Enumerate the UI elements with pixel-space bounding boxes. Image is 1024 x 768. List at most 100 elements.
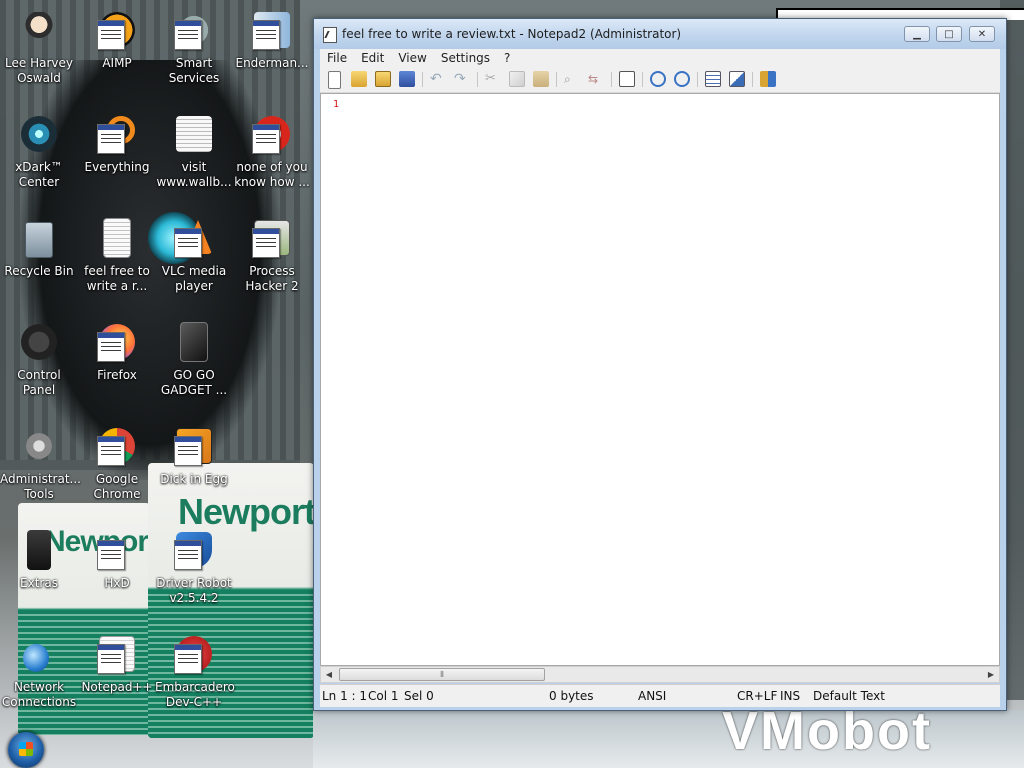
scroll-right-arrow-icon[interactable]: ▶ (983, 667, 999, 682)
scrollbar-thumb[interactable]: ⦀ (339, 668, 545, 681)
control-panel-icon (21, 324, 57, 360)
close-button[interactable]: ✕ (969, 26, 995, 42)
desktop-icon-process-hacker[interactable]: Process Hacker 2 (233, 216, 311, 294)
cut-icon[interactable]: ✂ (485, 71, 501, 87)
menu-settings[interactable]: Settings (434, 49, 497, 67)
desktop-icon-smart-services[interactable]: Smart Services (155, 8, 233, 86)
status-scheme[interactable]: Default Text (813, 689, 885, 703)
status-line-ending[interactable]: CR+LF (737, 689, 777, 703)
icon-label: none of you know how ... (234, 160, 310, 189)
desktop-icon-extras[interactable]: Extras (0, 528, 78, 591)
status-column: Col 1 (368, 689, 399, 703)
zoom-out-icon[interactable] (674, 71, 690, 87)
copy-icon[interactable] (509, 71, 525, 87)
admin-tools-icon (21, 428, 57, 464)
text-document-icon (103, 218, 131, 258)
open-folder-icon[interactable] (351, 71, 367, 87)
hex-editor-icon (97, 540, 125, 570)
desktop-icon-xdark-center[interactable]: xDark™ Center (0, 112, 78, 190)
redo-icon[interactable]: ↷ (454, 71, 470, 87)
network-globe-icon (23, 644, 49, 672)
webcam-icon (21, 116, 57, 152)
status-bar: Ln 1 : 1 Col 1 Sel 0 0 bytes ANSI CR+LF … (320, 684, 1000, 707)
icon-label: Network Connections (1, 680, 77, 709)
desktop-icon-driver-robot[interactable]: Driver Robot v2.5.4.2 (155, 528, 233, 606)
paste-icon[interactable] (533, 71, 549, 87)
desktop-icon-feel-free[interactable]: feel free to write a r... (78, 216, 156, 294)
editor-content[interactable] (349, 98, 995, 661)
line-number: 1 (333, 99, 340, 110)
find-icon[interactable]: ⌕ (564, 71, 580, 87)
icon-label: Driver Robot v2.5.4.2 (156, 576, 232, 605)
desktop-icon-network-connections[interactable]: Network Connections (0, 632, 78, 710)
icon-label: visit www.wallb... (156, 160, 232, 189)
notepad2-window[interactable]: feel free to write a review.txt - Notepa… (313, 18, 1007, 711)
icon-label: HxD (104, 576, 130, 590)
desktop-icon-aimp[interactable]: AIMP (78, 8, 156, 71)
icon-label: Embarcadero Dev-C++ (155, 680, 235, 709)
menu-edit[interactable]: Edit (354, 49, 391, 67)
icon-label: GO GO GADGET ... (160, 368, 228, 397)
desktop-icon-dick-in-egg[interactable]: Dick in Egg (155, 424, 233, 487)
minimize-button[interactable]: ▁ (904, 26, 930, 42)
menu-help[interactable]: ? (497, 49, 517, 67)
recycle-bin-icon (25, 222, 53, 258)
new-file-icon[interactable] (328, 71, 341, 89)
desktop-icon-everything[interactable]: Everything (78, 112, 156, 175)
browse-folder-icon[interactable] (375, 71, 391, 87)
exit-icon[interactable] (760, 71, 776, 87)
desktop-icon-enderman[interactable]: Enderman... (233, 8, 311, 71)
horizontal-scrollbar[interactable]: ◀ ⦀ ▶ (320, 666, 1000, 683)
desktop-icon-visit-wallb[interactable]: visit www.wallb... (155, 112, 233, 190)
icon-label: Recycle Bin (4, 264, 74, 278)
text-editor[interactable]: 1 (320, 93, 1000, 666)
icon-label: feel free to write a r... (84, 264, 150, 293)
desktop-icon-lee-harvey-oswald[interactable]: Lee Harvey Oswald (0, 8, 78, 86)
notepad2-app-icon (323, 27, 337, 43)
icon-label: Notepad++ (81, 680, 153, 694)
desktop-icon-control-panel[interactable]: Control Panel (0, 320, 78, 398)
undo-icon[interactable]: ↶ (430, 71, 446, 87)
desktop-icon-recycle-bin[interactable]: Recycle Bin (0, 216, 78, 279)
desktop-icon-administrative-tools[interactable]: Administrat... Tools (0, 424, 81, 502)
window-title: feel free to write a review.txt - Notepa… (342, 27, 682, 41)
icon-label: Process Hacker 2 (245, 264, 299, 293)
status-file-size: 0 bytes (549, 689, 594, 703)
desktop-icon-devcpp[interactable]: Embarcadero Dev-C++ (155, 632, 235, 710)
toolbar-separator (422, 72, 423, 87)
icon-label: Firefox (97, 368, 137, 382)
desktop-icon-google-chrome[interactable]: Google Chrome (78, 424, 156, 502)
black-box-icon (180, 322, 208, 362)
icon-label: Everything (84, 160, 150, 174)
status-encoding[interactable]: ANSI (638, 689, 666, 703)
toolbar-separator (752, 72, 753, 87)
desktop-icon-none-of-you[interactable]: none of you know how ... (233, 112, 311, 190)
icon-label: Lee Harvey Oswald (5, 56, 73, 85)
save-icon[interactable] (399, 71, 415, 87)
toolbar-separator (556, 72, 557, 87)
desktop-icon-notepadpp[interactable]: Notepad++ (78, 632, 156, 695)
windows-logo-icon (19, 742, 33, 756)
desktop-icon-go-go-gadget[interactable]: GO GO GADGET ... (155, 320, 233, 398)
desktop-icon-firefox[interactable]: Firefox (78, 320, 156, 383)
zoom-in-icon[interactable] (650, 71, 666, 87)
desktop-icon-vlc[interactable]: VLC media player (155, 216, 233, 294)
scheme-config-icon[interactable] (729, 71, 745, 87)
status-insert-mode: INS (780, 689, 801, 703)
start-button[interactable] (8, 732, 44, 768)
icon-label: xDark™ Center (15, 160, 63, 189)
menu-view[interactable]: View (391, 49, 433, 67)
desktop-icon-hxd[interactable]: HxD (78, 528, 156, 591)
toolbar-separator (697, 72, 698, 87)
person-icon (21, 12, 57, 48)
scheme-icon[interactable] (705, 71, 721, 87)
menu-file[interactable]: File (320, 49, 354, 67)
window-titlebar[interactable]: feel free to write a review.txt - Notepa… (314, 19, 1006, 49)
scroll-left-arrow-icon[interactable]: ◀ (321, 667, 337, 682)
replace-icon[interactable]: ⇆ (588, 71, 604, 87)
maximize-button[interactable]: □ (936, 26, 962, 42)
toolbar-separator (611, 72, 612, 87)
text-document-icon (176, 116, 212, 152)
status-position: Ln 1 : 1 (322, 689, 368, 703)
word-wrap-icon[interactable] (619, 71, 635, 87)
